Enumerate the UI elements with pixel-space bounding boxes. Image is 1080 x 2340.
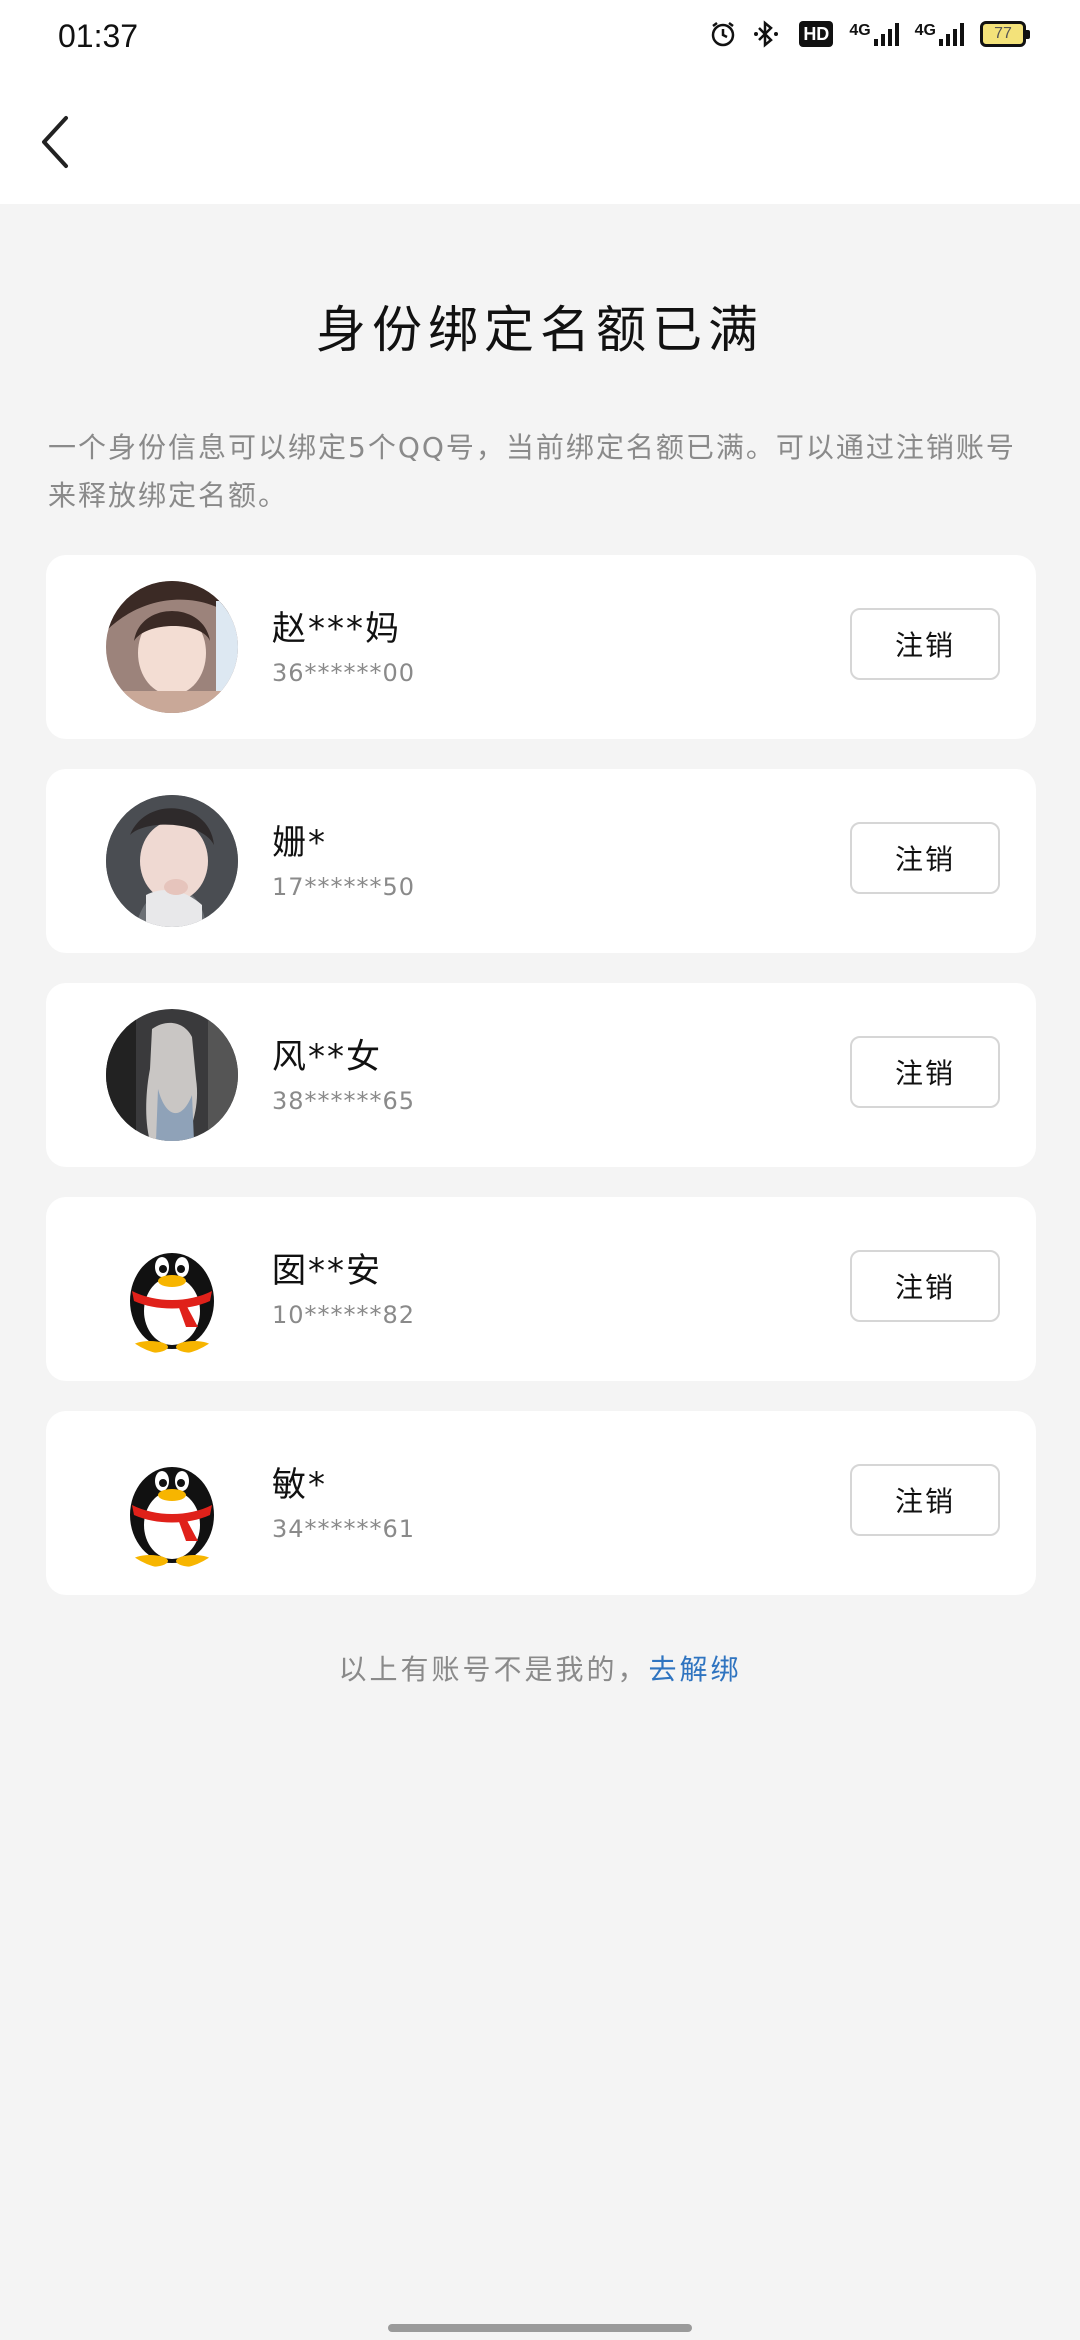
account-card-3: 风**女 38******65 注销 — [46, 983, 1036, 1167]
qq-penguin-icon — [106, 1437, 238, 1569]
status-time: 01:37 — [58, 18, 139, 54]
account-card-1: 赵***妈 36******00 注销 — [46, 555, 1036, 739]
footer-note: 以上有账号不是我的，去解绑 — [0, 1648, 1080, 1688]
avatar[interactable] — [106, 795, 238, 927]
network-type-label: 4G — [849, 22, 871, 39]
signal-4g-icon: 4G — [849, 21, 899, 47]
bluetooth-icon — [753, 20, 783, 48]
footer-text: 以上有账号不是我的， — [338, 1653, 649, 1686]
status-bar: 01:37 HD 4G 4G 77 — [0, 0, 1080, 80]
signal-4g-icon-2: 4G — [915, 21, 964, 47]
nav-bar — [0, 80, 1080, 204]
account-card-2: 姗* 17******50 注销 — [46, 769, 1036, 953]
account-name: 囡**安 — [272, 1251, 382, 1291]
avatar[interactable] — [106, 581, 238, 713]
back-button[interactable] — [24, 110, 84, 174]
avatar[interactable] — [106, 1009, 238, 1141]
avatar[interactable] — [106, 1437, 238, 1569]
battery-icon: 77 — [980, 21, 1030, 47]
account-name: 敏* — [272, 1465, 327, 1505]
cancel-account-button[interactable]: 注销 — [850, 1250, 1000, 1322]
cancel-account-button[interactable]: 注销 — [850, 1036, 1000, 1108]
account-number: 34******61 — [272, 1515, 416, 1543]
page-description: 一个身份信息可以绑定5个QQ号，当前绑定名额已满。可以通过注销账号来释放绑定名额… — [48, 431, 1016, 512]
alarm-icon — [709, 20, 737, 48]
account-number: 36******00 — [272, 659, 416, 687]
account-card-4: 囡**安 10******82 注销 — [46, 1197, 1036, 1381]
account-number: 10******82 — [272, 1301, 416, 1329]
chevron-left-icon — [42, 116, 68, 168]
account-number: 17******50 — [272, 873, 416, 901]
status-icons: HD 4G 4G 77 — [709, 20, 1030, 48]
network-type-label-2: 4G — [914, 22, 936, 39]
account-name: 风**女 — [272, 1037, 382, 1077]
account-name: 姗* — [272, 823, 327, 863]
account-name: 赵***妈 — [272, 609, 401, 649]
avatar[interactable] — [106, 1223, 238, 1355]
cancel-account-button[interactable]: 注销 — [850, 822, 1000, 894]
qq-penguin-icon — [106, 1223, 238, 1355]
unbind-link[interactable]: 去解绑 — [649, 1653, 742, 1686]
account-card-5: 敏* 34******61 注销 — [46, 1411, 1036, 1595]
home-indicator[interactable] — [388, 2324, 692, 2332]
cancel-account-button[interactable]: 注销 — [850, 608, 1000, 680]
cancel-account-button[interactable]: 注销 — [850, 1464, 1000, 1536]
hd-voice-badge: HD — [799, 21, 834, 47]
page-title: 身份绑定名额已满 — [316, 301, 764, 359]
account-number: 38******65 — [272, 1087, 416, 1115]
